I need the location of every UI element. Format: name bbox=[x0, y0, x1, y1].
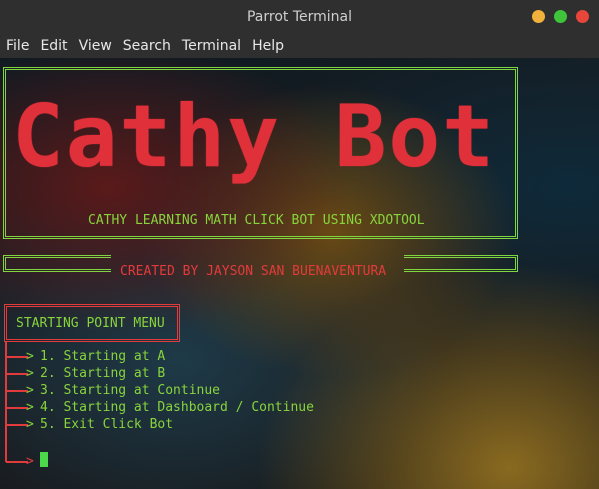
credit-box-left bbox=[3, 255, 111, 272]
banner-subtitle: CATHY LEARNING MATH CLICK BOT USING XDOT… bbox=[88, 213, 425, 228]
arrow-5: > bbox=[26, 417, 34, 432]
tree-connector bbox=[5, 341, 28, 463]
credit-text: CREATED BY JAYSON SAN BUENAVENTURA bbox=[120, 264, 387, 279]
prompt-arrow: > bbox=[26, 454, 34, 469]
arrow-2: > bbox=[26, 366, 34, 381]
menu-terminal[interactable]: Terminal bbox=[176, 34, 246, 58]
menu-search[interactable]: Search bbox=[117, 34, 176, 58]
banner-logo: Cathy Bot bbox=[12, 87, 496, 187]
menu-help[interactable]: Help bbox=[246, 34, 289, 58]
arrow-1: > bbox=[26, 349, 34, 364]
menu-title: STARTING POINT MENU bbox=[16, 316, 165, 331]
option-4: 4. Starting at Dashboard / Continue bbox=[40, 400, 314, 415]
option-5: 5. Exit Click Bot bbox=[40, 417, 174, 432]
terminal-area[interactable]: Cathy Bot CATHY LEARNING MATH CLICK BOT … bbox=[0, 58, 599, 489]
close-button[interactable] bbox=[576, 10, 589, 23]
menu-bar: File Edit View Search Terminal Help bbox=[0, 34, 599, 58]
option-1: 1. Starting at A bbox=[40, 349, 166, 364]
arrow-3: > bbox=[26, 383, 34, 398]
title-bar: Parrot Terminal bbox=[0, 0, 599, 34]
credit-box-right bbox=[404, 255, 518, 272]
menu-file[interactable]: File bbox=[0, 34, 34, 58]
minimize-button[interactable] bbox=[532, 10, 545, 23]
maximize-button[interactable] bbox=[554, 10, 567, 23]
menu-edit[interactable]: Edit bbox=[34, 34, 72, 58]
menu-view[interactable]: View bbox=[73, 34, 117, 58]
option-3: 3. Starting at Continue bbox=[40, 383, 221, 398]
text-cursor[interactable] bbox=[40, 452, 48, 467]
window-title: Parrot Terminal bbox=[246, 9, 353, 25]
arrow-4: > bbox=[26, 400, 34, 415]
option-2: 2. Starting at B bbox=[40, 366, 166, 381]
